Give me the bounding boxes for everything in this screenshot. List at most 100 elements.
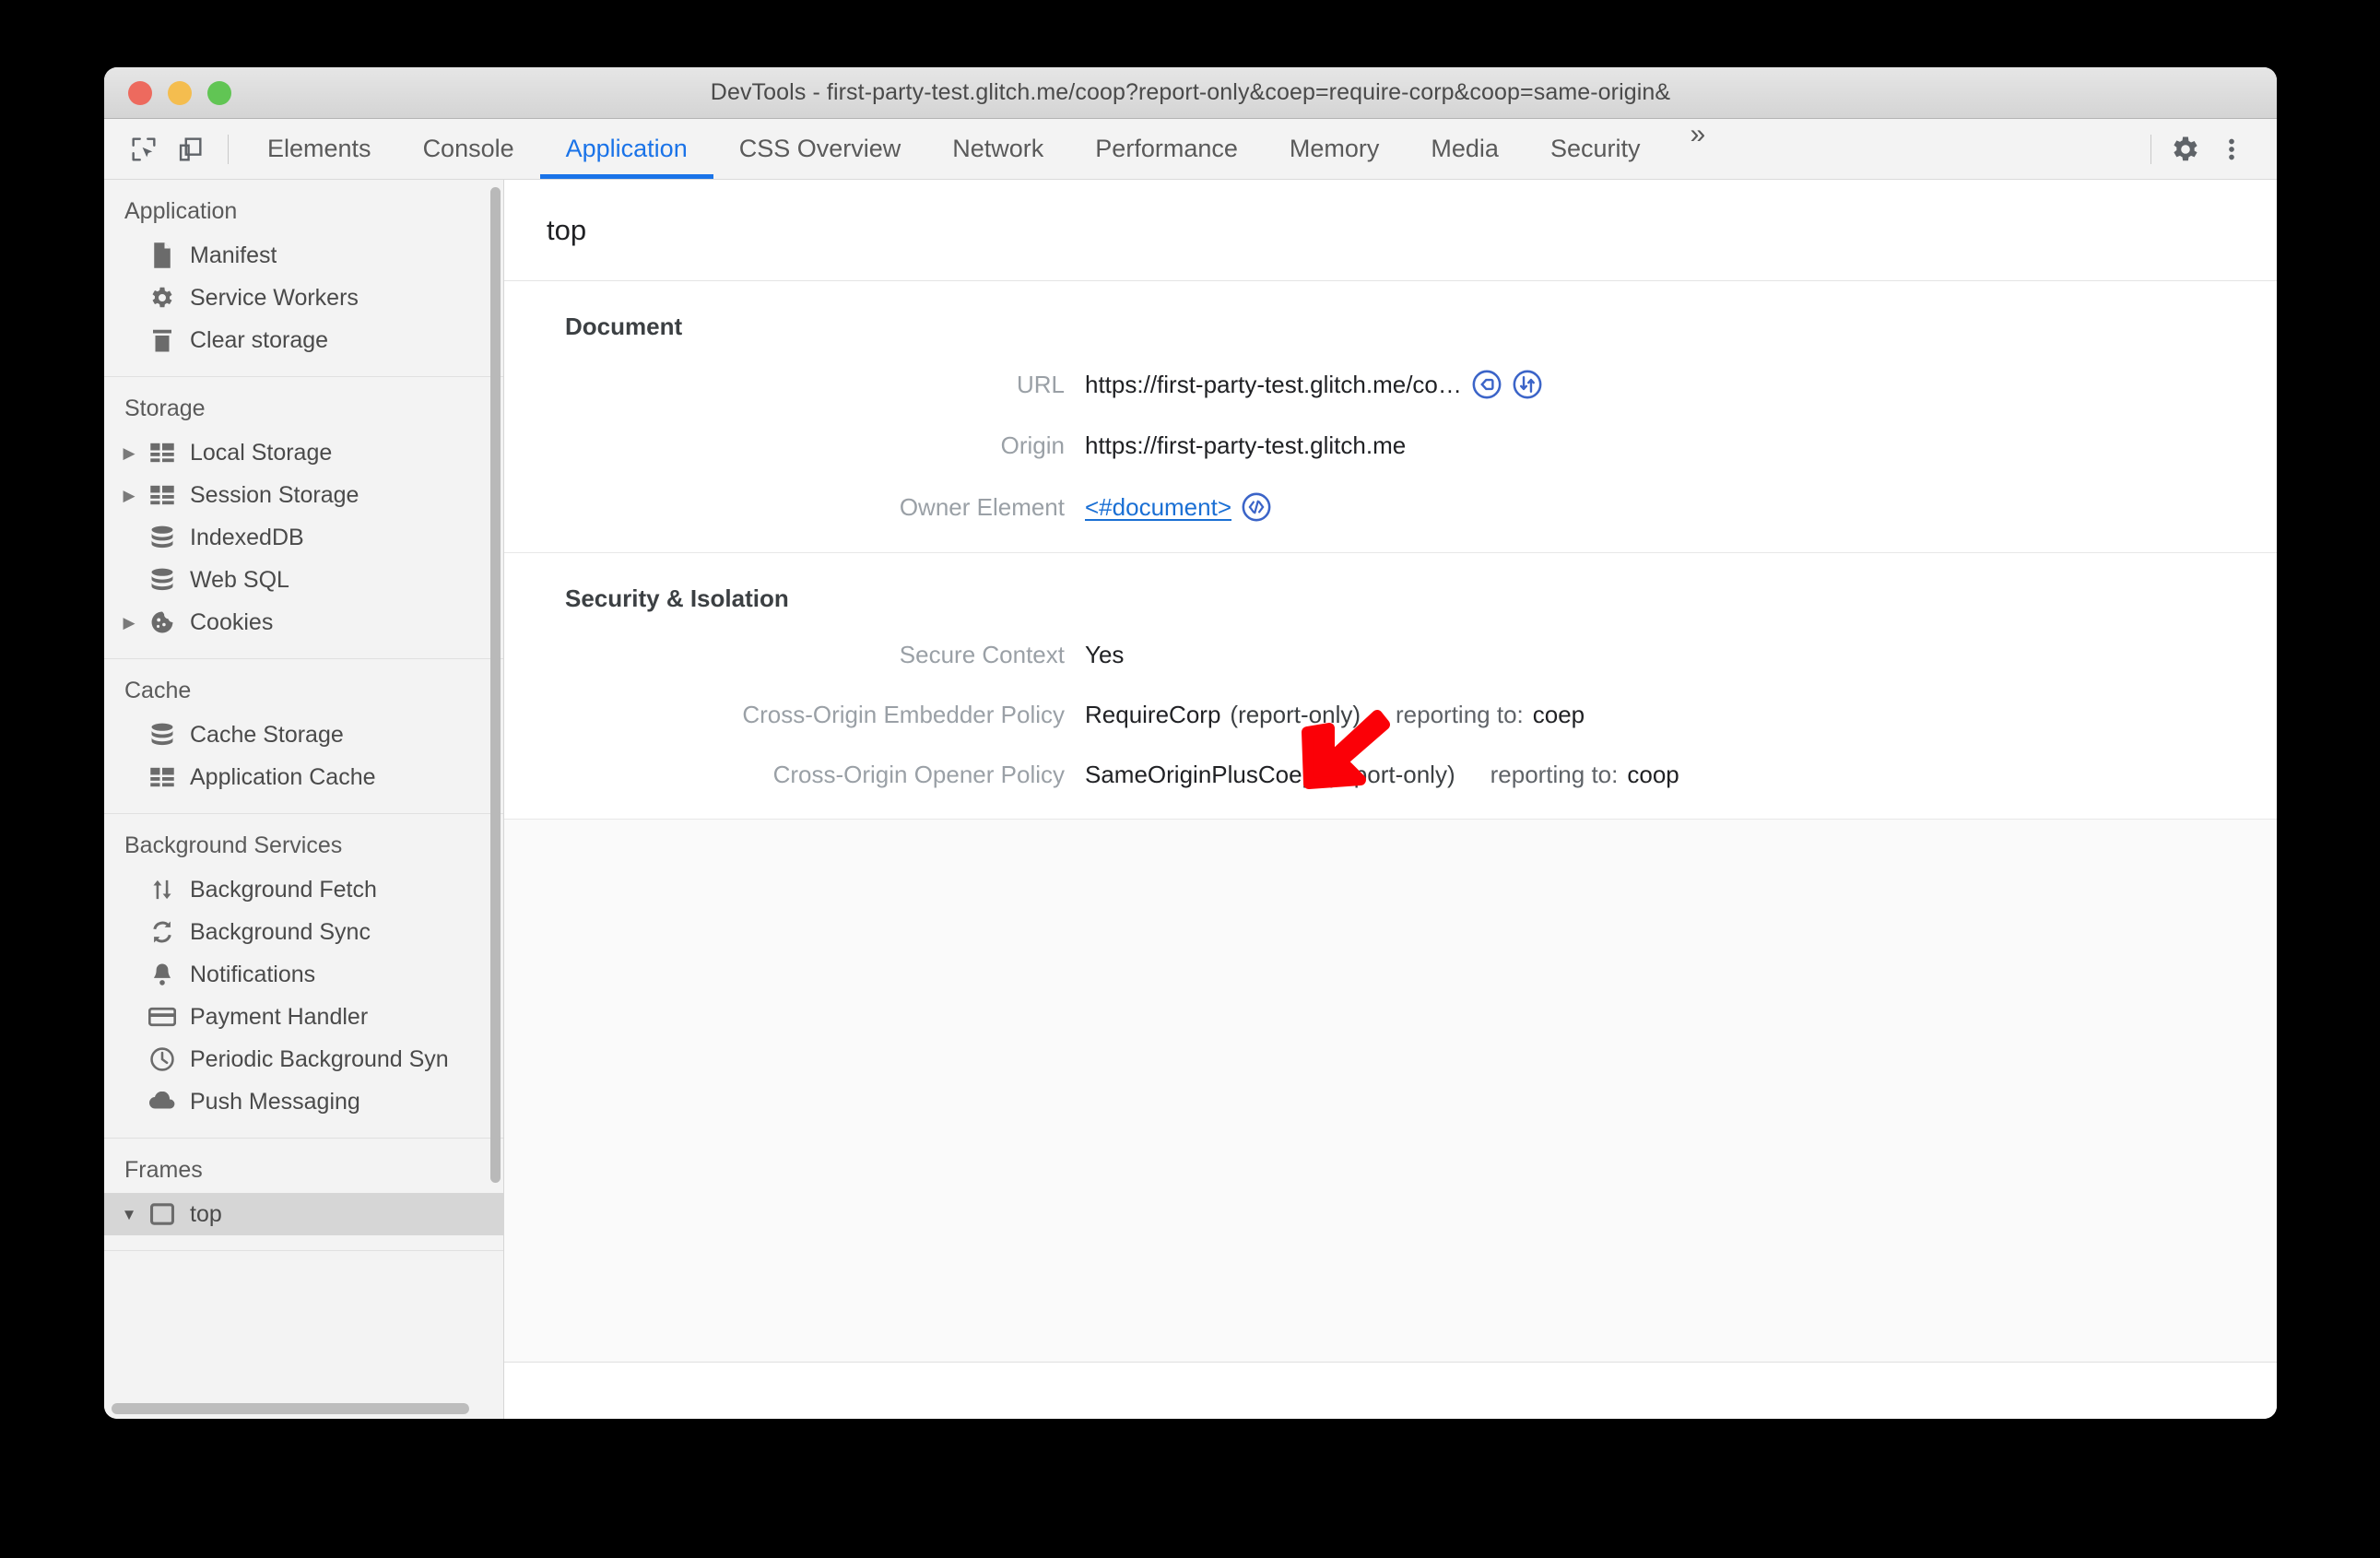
sidebar-item-background-fetch[interactable]: Background Fetch xyxy=(104,868,503,911)
sidebar-item-label: Manifest xyxy=(190,242,277,268)
sidebar-group-title: Background Services xyxy=(124,832,343,858)
bell-icon xyxy=(147,961,178,988)
sidebar-item-clear-storage[interactable]: Clear storage xyxy=(104,319,503,361)
sidebar-horizontal-scrollbar[interactable] xyxy=(112,1403,469,1414)
sidebar-group-title: Storage xyxy=(124,395,206,421)
origin-value: https://first-party-test.glitch.me xyxy=(1085,431,1407,459)
sidebar-item-service-workers[interactable]: Service Workers xyxy=(104,277,503,319)
database-icon xyxy=(147,566,178,594)
coop-reporting-label: reporting to: xyxy=(1490,761,1619,788)
row-url: URL https://first-party-test.glitch.me/c… xyxy=(504,369,2277,400)
credit-card-icon xyxy=(147,1003,178,1031)
row-label: URL xyxy=(1016,370,1065,398)
cookie-icon xyxy=(147,608,178,636)
tab-console[interactable]: Console xyxy=(397,119,540,179)
sidebar-item-web-sql[interactable]: Web SQL xyxy=(104,559,503,601)
row-value-group: Yes xyxy=(1085,641,1124,669)
device-toolbar-icon[interactable] xyxy=(169,128,211,171)
gear-icon xyxy=(147,284,178,312)
row-origin: Origin https://first-party-test.glitch.m… xyxy=(504,431,2277,460)
row-label: Owner Element xyxy=(899,492,1065,521)
sidebar-item-manifest[interactable]: Manifest xyxy=(104,234,503,277)
minimize-window-button[interactable] xyxy=(168,80,192,105)
sidebar-item-push-messaging[interactable]: Push Messaging xyxy=(104,1080,503,1123)
sidebar-item-label: Service Workers xyxy=(190,284,359,311)
table-icon xyxy=(147,763,178,791)
chevron-right-icon[interactable]: ▶ xyxy=(119,615,139,631)
section-security-isolation: Security & Isolation Secure Context Yes … xyxy=(504,552,2277,819)
sidebar-item-application-cache[interactable]: Application Cache xyxy=(104,756,503,798)
sync-icon xyxy=(147,918,178,946)
sidebar-item-label: top xyxy=(190,1200,222,1227)
sidebar-group-frames: Frames ▼ top xyxy=(104,1139,503,1251)
more-tabs-chevron-icon[interactable]: » xyxy=(1666,119,1729,179)
tab-network[interactable]: Network xyxy=(926,119,1069,179)
tab-css-overview[interactable]: CSS Overview xyxy=(713,119,927,179)
tab-application[interactable]: Application xyxy=(539,119,713,179)
sidebar-item-label: Cache Storage xyxy=(190,721,344,748)
sidebar-item-local-storage[interactable]: ▶ Local Storage xyxy=(104,431,503,474)
devtools-tabbar: Elements Console Application CSS Overvie… xyxy=(104,119,2277,180)
red-pointer-arrow xyxy=(1302,710,1390,789)
sidebar-vertical-scrollbar[interactable] xyxy=(490,187,501,1183)
transfer-arrows-icon xyxy=(147,876,178,903)
gear-icon[interactable] xyxy=(2164,128,2207,171)
row-value-group: <#document> xyxy=(1085,491,1272,523)
row-label: Cross-Origin Opener Policy xyxy=(772,761,1065,788)
tab-memory[interactable]: Memory xyxy=(1264,119,1406,179)
row-label: Secure Context xyxy=(899,641,1065,668)
sidebar-item-label: IndexedDB xyxy=(190,524,304,550)
owner-element-link[interactable]: <#document> xyxy=(1085,493,1231,522)
section-heading: Document xyxy=(565,313,683,340)
sidebar-item-label: Cookies xyxy=(190,608,274,635)
sidebar-item-indexeddb[interactable]: IndexedDB xyxy=(104,516,503,559)
panel-bottom-strip xyxy=(504,1362,2277,1419)
sidebar-item-frame-top[interactable]: ▼ top xyxy=(104,1193,503,1235)
row-label: Cross-Origin Embedder Policy xyxy=(742,701,1065,728)
tab-security[interactable]: Security xyxy=(1525,119,1667,179)
database-icon xyxy=(147,524,178,551)
network-transfer-circle-icon[interactable] xyxy=(1512,369,1543,400)
sidebar-group-title: Cache xyxy=(124,678,192,703)
sidebar-item-cookies[interactable]: ▶ Cookies xyxy=(104,601,503,643)
sidebar-item-payment-handler[interactable]: Payment Handler xyxy=(104,996,503,1038)
chevron-right-icon[interactable]: ▶ xyxy=(119,488,139,503)
tag-circle-icon[interactable] xyxy=(1471,369,1502,400)
row-value-group: https://first-party-test.glitch.me/co… xyxy=(1085,369,1543,400)
sidebar-group-title: Application xyxy=(124,198,238,224)
sidebar-item-label: Notifications xyxy=(190,961,316,987)
cloud-icon xyxy=(147,1088,178,1115)
sidebar-item-background-sync[interactable]: Background Sync xyxy=(104,911,503,953)
tab-media[interactable]: Media xyxy=(1405,119,1525,179)
kebab-menu-icon[interactable] xyxy=(2210,128,2253,171)
sidebar-item-notifications[interactable]: Notifications xyxy=(104,953,503,996)
tab-elements[interactable]: Elements xyxy=(242,119,397,179)
tab-performance[interactable]: Performance xyxy=(1069,119,1264,179)
inspect-element-icon[interactable] xyxy=(123,128,165,171)
devtools-body: Application Manifest Service Workers Cle… xyxy=(104,180,2277,1419)
sidebar-item-cache-storage[interactable]: Cache Storage xyxy=(104,714,503,756)
chevron-right-icon[interactable]: ▶ xyxy=(119,445,139,461)
close-window-button[interactable] xyxy=(128,80,152,105)
sidebar-item-label: Periodic Background Syn xyxy=(190,1045,449,1072)
application-sidebar: Application Manifest Service Workers Cle… xyxy=(104,180,504,1419)
section-document: Document URL https://first-party-test.gl… xyxy=(504,281,2277,552)
clock-icon xyxy=(147,1045,178,1073)
sidebar-item-periodic-background-sync[interactable]: Periodic Background Syn xyxy=(104,1038,503,1080)
table-icon xyxy=(147,481,178,509)
sidebar-group-cache: Cache Cache Storage Application Cache xyxy=(104,659,503,814)
maximize-window-button[interactable] xyxy=(207,80,231,105)
sidebar-group-background-services: Background Services Background Fetch Bac… xyxy=(104,814,503,1139)
sidebar-item-label: Web SQL xyxy=(190,566,289,593)
sidebar-item-session-storage[interactable]: ▶ Session Storage xyxy=(104,474,503,516)
tabbar-right-tools xyxy=(2138,128,2277,171)
coep-value: RequireCorp xyxy=(1085,701,1221,728)
sidebar-group-title: Frames xyxy=(124,1157,203,1183)
code-circle-icon[interactable] xyxy=(1241,491,1272,523)
sidebar-item-label: Background Sync xyxy=(190,918,371,945)
sidebar-item-label: Application Cache xyxy=(190,763,376,790)
page-title: top xyxy=(504,180,2277,281)
window-controls[interactable] xyxy=(128,80,231,105)
secure-context-value: Yes xyxy=(1085,641,1125,668)
chevron-down-icon[interactable]: ▼ xyxy=(119,1207,139,1222)
